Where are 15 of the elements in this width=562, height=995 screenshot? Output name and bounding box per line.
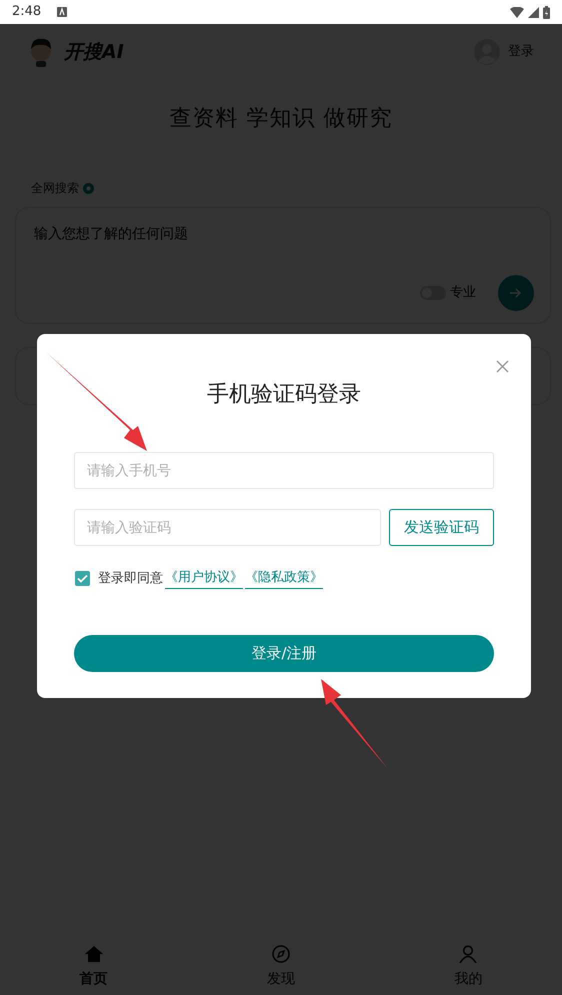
wifi-icon <box>510 6 524 18</box>
battery-icon <box>543 6 550 18</box>
send-code-button[interactable]: 发送验证码 <box>389 509 494 546</box>
code-input[interactable]: 请输入验证码 <box>74 509 381 546</box>
agreement-text: 登录即同意 <box>98 570 163 588</box>
policy-link[interactable]: 《隐私政策》 <box>245 568 323 588</box>
close-icon <box>496 360 509 374</box>
policy-link[interactable]: 《用户协议》 <box>165 568 243 588</box>
signal-icon <box>528 6 539 18</box>
status-time: 2:48 <box>12 3 42 22</box>
notification-icon <box>57 7 68 17</box>
agree-checkbox[interactable] <box>75 570 90 586</box>
dialog-title: 手机验证码登录 <box>206 381 362 409</box>
login-register-button[interactable]: 登录/注册 <box>74 634 494 672</box>
phone-input[interactable]: 请输入手机号 <box>74 452 494 489</box>
